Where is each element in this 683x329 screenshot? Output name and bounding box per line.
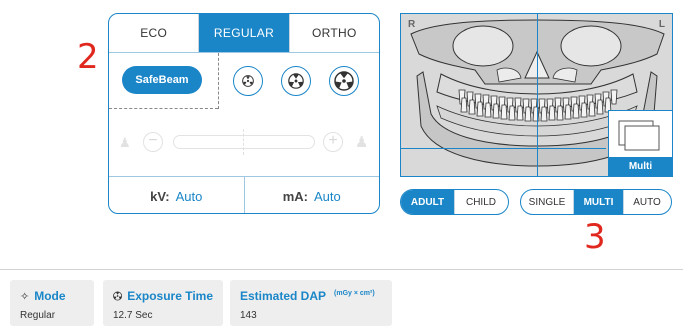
divider [109,108,218,109]
patient-size-toggle: ADULT CHILD [400,189,509,215]
divider [218,53,219,109]
mode-title: Mode [34,289,66,303]
kv-value: Auto [175,188,203,204]
exposure-time-title: Exposure Time [127,289,213,303]
adult-option[interactable]: ADULT [401,190,454,214]
child-option[interactable]: CHILD [454,190,507,214]
dap-title: Estimated DAP [240,289,327,303]
exposure-time-card: Exposure Time 12.7 Sec [103,280,223,326]
exposure-panel: ECO REGULAR ORTHO SafeBeam ♟ − + ♟ kV: A… [108,13,380,214]
midline-guide [537,14,538,176]
mode-card: ✧ Mode Regular [10,280,94,326]
xray-preview[interactable]: R L Multi [400,13,673,177]
ma-value: Auto [314,188,341,204]
exposure-slider[interactable] [173,135,315,149]
kv-label: kV: [150,188,170,204]
divider [0,269,683,270]
auto-option[interactable]: AUTO [623,190,670,214]
slider-center-tick [243,129,244,155]
decrease-button[interactable]: − [143,132,163,152]
radiation-icon [113,291,123,301]
tab-ortho[interactable]: ORTHO [288,14,379,52]
radiation-low-icon [242,75,254,87]
right-side-marker: R [408,19,416,30]
multi-image-tile[interactable]: Multi [608,110,672,176]
kv-setting[interactable]: kV: Auto [109,177,244,213]
radiation-high-icon [334,71,354,91]
ma-setting[interactable]: mA: Auto [243,177,380,213]
annotation-2: 2 [77,37,99,77]
annotation-3: 3 [584,217,606,257]
left-side-marker: L [658,19,665,30]
mode-value: Regular [20,310,56,321]
dose-high-button[interactable] [329,66,359,96]
estimated-dap-card: Estimated DAP (mGy × cm²) 143 [230,280,392,326]
increase-button[interactable]: + [323,132,343,152]
large-person-icon: ♟ [355,134,369,151]
image-mode-toggle: SINGLE MULTI AUTO [520,189,672,215]
dose-low-button[interactable] [233,66,263,96]
safebeam-button[interactable]: SafeBeam [122,66,202,94]
dap-unit: (mGy × cm²) [334,289,375,297]
small-person-icon: ♟ [119,135,131,150]
occlusal-guide [401,148,606,149]
mode-icon: ✧ [20,290,30,303]
mode-tabs: ECO REGULAR ORTHO [109,14,379,53]
tab-regular[interactable]: REGULAR [198,14,289,52]
exposure-time-value: 12.7 Sec [113,310,153,321]
multi-tile-label: Multi [609,157,672,176]
exposure-slider-row: ♟ − + ♟ [109,129,379,157]
ma-label: mA: [282,188,309,204]
tab-eco[interactable]: ECO [109,14,198,52]
dap-value: 143 [240,310,257,321]
radiation-medium-icon [288,73,304,89]
kv-ma-row: kV: Auto mA: Auto [109,176,380,213]
stacked-images-icon [618,120,660,151]
single-option[interactable]: SINGLE [521,190,573,214]
multi-option[interactable]: MULTI [573,190,623,214]
dose-medium-button[interactable] [281,66,311,96]
